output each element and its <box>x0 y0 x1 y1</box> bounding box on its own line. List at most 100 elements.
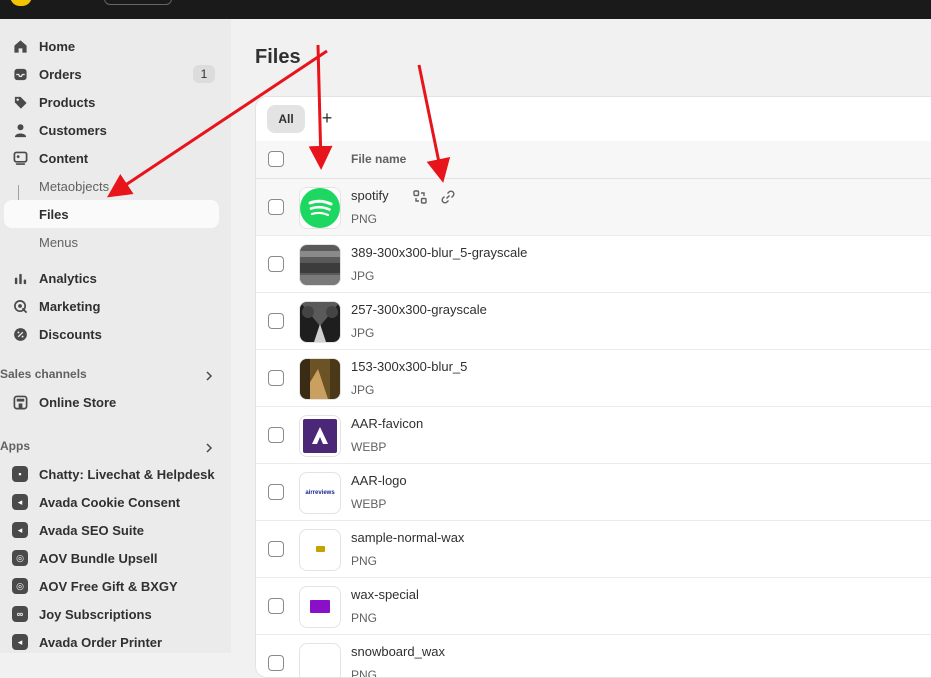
tab-all[interactable]: All <box>267 105 305 133</box>
sidebar-item-label: Customers <box>39 122 107 138</box>
table-row[interactable]: spotify PNG <box>256 179 931 236</box>
page-title: Files <box>255 46 301 68</box>
sidebar-item-label: Avada Cookie Consent <box>39 494 181 510</box>
app-chat-icon: ▪ <box>10 464 30 484</box>
file-thumbnail <box>299 358 341 400</box>
tag-icon <box>10 92 30 112</box>
sidebar-app-avada-cookie[interactable]: ◂ Avada Cookie Consent <box>4 488 219 516</box>
sidebar-app-avada-seo[interactable]: ◂ Avada SEO Suite <box>4 516 219 544</box>
store-icon <box>10 392 30 412</box>
table-row[interactable]: 257-300x300-grayscale JPG <box>256 293 931 350</box>
sidebar-item-orders[interactable]: Orders 1 <box>4 60 219 88</box>
file-thumbnail: airreviews <box>299 472 341 514</box>
column-header-file-name[interactable]: File name <box>351 152 406 166</box>
row-checkbox[interactable] <box>268 484 284 500</box>
row-checkbox[interactable] <box>268 655 284 671</box>
file-name[interactable]: sample-normal-wax <box>351 530 464 545</box>
brand-wordmark <box>38 0 88 5</box>
file-type: PNG <box>351 668 378 678</box>
table-row[interactable]: snowboard_wax PNG <box>256 635 931 678</box>
grayscale-tunnel-image <box>300 302 340 342</box>
file-name[interactable]: 153-300x300-blur_5 <box>351 359 467 374</box>
sidebar-item-label: Avada Order Printer <box>39 634 163 650</box>
sidebar-app-joy[interactable]: ∞ Joy Subscriptions <box>4 600 219 628</box>
table-row[interactable]: 153-300x300-blur_5 JPG <box>256 350 931 407</box>
sidebar-item-label: Orders <box>39 66 82 82</box>
file-name[interactable]: spotify <box>351 188 389 203</box>
link-icon[interactable] <box>440 189 456 205</box>
row-checkbox[interactable] <box>268 427 284 443</box>
chevron-right-icon[interactable] <box>203 442 215 454</box>
sidebar-item-label: Content <box>39 150 89 166</box>
sidebar-item-label: Marketing <box>39 298 101 314</box>
sidebar-item-products[interactable]: Products <box>4 88 219 116</box>
shopify-logo-icon[interactable] <box>10 0 32 6</box>
file-name[interactable]: AAR-logo <box>351 473 407 488</box>
sidebar-item-label: Avada SEO Suite <box>39 522 144 538</box>
sidebar-item-label: Analytics <box>39 270 97 286</box>
table-row[interactable]: sample-normal-wax PNG <box>256 521 931 578</box>
app-joy-icon: ∞ <box>10 604 30 624</box>
file-type: PNG <box>351 212 378 226</box>
sidebar-item-marketing[interactable]: Marketing <box>4 292 219 320</box>
sales-channels-heading: Sales channels <box>0 367 87 381</box>
row-checkbox[interactable] <box>268 598 284 614</box>
sidebar-item-label: Online Store <box>39 394 117 410</box>
table-row[interactable]: airreviews AAR-logo WEBP <box>256 464 931 521</box>
row-checkbox[interactable] <box>268 256 284 272</box>
sidebar-app-aov-bundle[interactable]: ◎ AOV Bundle Upsell <box>4 544 219 572</box>
file-name[interactable]: snowboard_wax <box>351 644 445 659</box>
sidebar-item-home[interactable]: Home <box>4 32 219 60</box>
sidebar-item-content[interactable]: Content <box>4 144 219 172</box>
sidebar-item-label: Menus <box>39 234 79 250</box>
aar-logo-wordmark: airreviews <box>305 490 335 496</box>
file-thumbnail <box>299 415 341 457</box>
table-header: File name <box>256 141 931 179</box>
file-name[interactable]: wax-special <box>351 587 419 602</box>
chevron-right-icon[interactable] <box>203 370 215 382</box>
table-row[interactable]: 389-300x300-blur_5-grayscale JPG <box>256 236 931 293</box>
sidebar-app-chatty[interactable]: ▪ Chatty: Livechat & Helpdesk <box>4 460 219 488</box>
replace-icon[interactable] <box>412 189 428 205</box>
file-thumbnail <box>299 643 341 677</box>
sidebar: Home Orders 1 Products Customers Content… <box>0 19 231 653</box>
table-row[interactable]: wax-special PNG <box>256 578 931 635</box>
sidebar-app-avada-printer[interactable]: ◂ Avada Order Printer <box>4 628 219 656</box>
select-all-checkbox[interactable] <box>268 151 284 167</box>
file-type: JPG <box>351 383 375 397</box>
sidebar-item-metaobjects[interactable]: Metaobjects <box>4 172 219 200</box>
file-type: JPG <box>351 269 375 283</box>
sidebar-item-label: Metaobjects <box>39 178 110 194</box>
orders-count-badge: 1 <box>193 65 215 83</box>
file-name[interactable]: AAR-favicon <box>351 416 423 431</box>
file-thumbnail <box>299 301 341 343</box>
sidebar-item-label: Home <box>39 38 76 54</box>
aar-favicon-icon <box>303 419 337 453</box>
warm-blur-image <box>300 359 340 399</box>
sidebar-item-online-store[interactable]: Online Store <box>4 388 219 416</box>
app-avada-icon: ◂ <box>10 520 30 540</box>
store-switcher-pill[interactable] <box>104 0 172 5</box>
sidebar-item-discounts[interactable]: Discounts <box>4 320 219 348</box>
wax-image <box>316 546 325 552</box>
table-row[interactable]: AAR-favicon WEBP <box>256 407 931 464</box>
sidebar-item-files[interactable]: Files <box>4 200 219 228</box>
sidebar-item-menus[interactable]: Menus <box>4 228 219 256</box>
file-type: PNG <box>351 611 378 625</box>
app-aov-icon: ◎ <box>10 548 30 568</box>
sidebar-item-analytics[interactable]: Analytics <box>4 264 219 292</box>
sidebar-app-aov-gift[interactable]: ◎ AOV Free Gift & BXGY <box>4 572 219 600</box>
file-name[interactable]: 257-300x300-grayscale <box>351 302 487 317</box>
row-checkbox[interactable] <box>268 199 284 215</box>
row-checkbox[interactable] <box>268 313 284 329</box>
file-thumbnail <box>299 529 341 571</box>
add-view-button[interactable]: + <box>320 107 334 129</box>
sidebar-item-customers[interactable]: Customers <box>4 116 219 144</box>
filter-tabs: All + <box>256 97 931 142</box>
spotify-logo-icon <box>300 188 340 228</box>
file-thumbnail <box>299 187 341 229</box>
file-name[interactable]: 389-300x300-blur_5-grayscale <box>351 245 527 260</box>
row-checkbox[interactable] <box>268 370 284 386</box>
sidebar-item-label: Chatty: Livechat & Helpdesk <box>39 466 215 482</box>
row-checkbox[interactable] <box>268 541 284 557</box>
